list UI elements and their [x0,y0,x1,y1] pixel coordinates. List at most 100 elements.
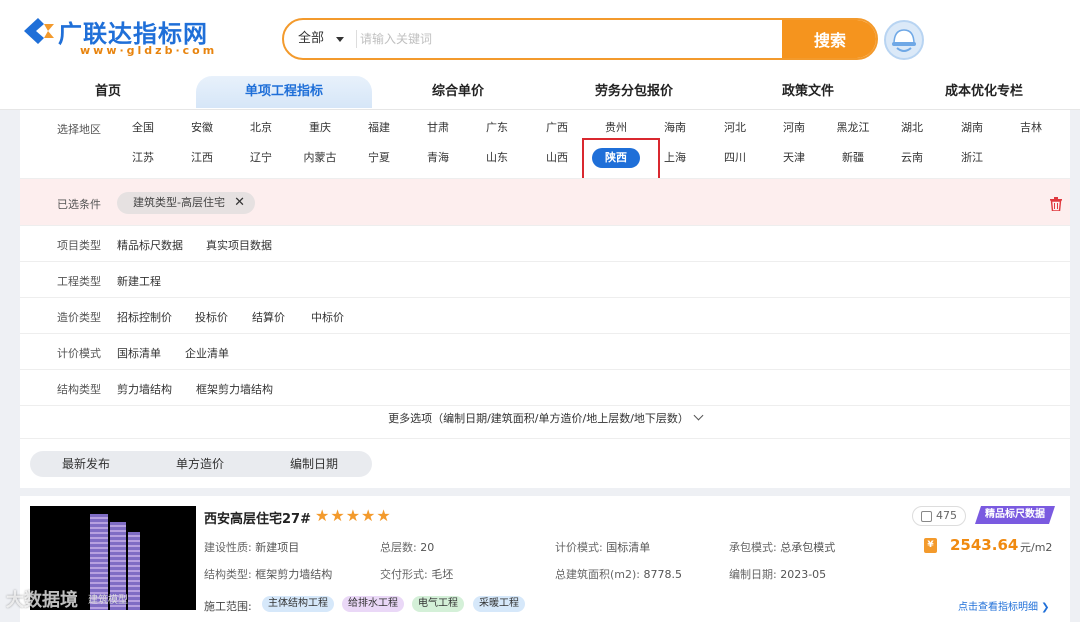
close-icon[interactable]: ✕ [234,192,245,214]
filter-option[interactable]: 剪力墙结构 [117,381,172,397]
scope-tag: 采暖工程 [473,596,525,612]
chevron-down-icon [693,410,704,421]
nav-item-home[interactable]: 首页 [60,76,156,108]
nav-item-single-project[interactable]: 单项工程指标 [196,76,372,108]
selected-conditions-label: 已选条件 [57,198,101,211]
selected-chip[interactable]: 建筑类型-高层住宅 ✕ [117,192,255,214]
region-option[interactable]: 福建 [349,118,409,138]
logo-subtext: www·gldzb·com [80,44,218,57]
scope-tag: 给排水工程 [342,596,404,612]
search-scope-dropdown[interactable]: 全部 [298,20,345,58]
filter-option[interactable]: 精品标尺数据 [117,237,183,253]
search-input[interactable] [360,24,780,54]
building-shape [128,532,140,610]
region-option[interactable]: 江西 [172,148,232,168]
region-option[interactable]: 吉林 [1001,118,1061,138]
region-option[interactable]: 河南 [764,118,824,138]
thumbs-up-icon [921,510,932,522]
sort-tabs: 最新发布 单方造价 编制日期 [30,451,372,477]
filter-option[interactable]: 投标价 [195,309,228,325]
region-option[interactable]: 山西 [527,148,587,168]
region-option[interactable]: 宁夏 [349,148,409,168]
premium-data-tag: 精品标尺数据 [975,506,1055,524]
filter-option[interactable]: 真实项目数据 [206,237,272,253]
filter-label: 计价模式 [57,347,101,360]
search-button[interactable]: 搜索 [782,20,876,58]
filter-panel: 选择地区 全国 安徽 北京 重庆 福建 甘肃 广东 广西 贵州 海南 河北 河南 黑龙江 湖北 湖南 吉林 江… [20,110,1070,438]
selected-conditions-row: 已选条件 建筑类型-高层住宅 ✕ [20,178,1070,226]
thumbnail-caption: 建筑模型 [88,595,128,606]
region-option[interactable]: 黑龙江 [823,118,883,138]
site-header: 广联达指标网 www·gldzb·com 全部 搜索 [0,0,1080,76]
trash-icon[interactable] [1050,197,1062,211]
scope-tag: 主体结构工程 [262,596,334,612]
scope-tag: 电气工程 [412,596,464,612]
nav-item-unit-price[interactable]: 综合单价 [410,76,506,108]
region-option[interactable]: 全国 [113,118,173,138]
more-options-toggle[interactable]: 更多选项（编制日期/建筑面积/单方造价/地上层数/地下层数） [20,410,1070,426]
region-option[interactable]: 四川 [705,148,765,168]
search-scope-value: 全部 [298,31,325,46]
region-option[interactable]: 青海 [408,148,468,168]
user-avatar-icon[interactable] [884,20,924,60]
active-region-highlight [582,138,660,181]
region-option[interactable]: 河北 [705,118,765,138]
sort-date[interactable]: 编制日期 [290,451,338,477]
filter-row-structure-type: 结构类型 剪力墙结构 框架剪力墙结构 [20,370,1070,406]
main-nav: 首页 单项工程指标 综合单价 劳务分包报价 政策文件 成本优化专栏 [0,76,1080,110]
result-card[interactable]: 建筑模型 西安高层住宅27# ★★★★★ 475 精品标尺数据 建设性质: 新建… [20,496,1070,622]
region-option[interactable]: 广西 [527,118,587,138]
region-option[interactable]: 湖南 [942,118,1002,138]
filter-label: 造价类型 [57,311,101,324]
region-option[interactable]: 浙江 [942,148,1002,168]
view-details-link[interactable]: 点击查看指标明细 ❯ [958,598,1050,613]
region-option[interactable]: 湖北 [882,118,942,138]
search-divider [356,30,357,48]
region-option[interactable]: 广东 [467,118,527,138]
region-option[interactable]: 江苏 [113,148,173,168]
filter-option[interactable]: 新建工程 [117,273,161,289]
filter-option[interactable]: 企业清单 [185,345,229,361]
region-option[interactable]: 天津 [764,148,824,168]
region-option[interactable]: 安徽 [172,118,232,138]
region-option[interactable]: 内蒙古 [290,148,350,168]
filter-option[interactable]: 框架剪力墙结构 [196,381,273,397]
region-option[interactable]: 山东 [467,148,527,168]
region-option[interactable]: 新疆 [823,148,883,168]
unit-price: 2543.64 [950,536,1019,554]
filter-label: 工程类型 [57,275,101,288]
region-label: 选择地区 [57,123,101,136]
region-option[interactable]: 重庆 [290,118,350,138]
filter-row-project-type: 项目类型 精品标尺数据 真实项目数据 [20,226,1070,262]
region-option[interactable]: 甘肃 [408,118,468,138]
filter-option[interactable]: 结算价 [252,309,285,325]
region-option[interactable]: 海南 [645,118,705,138]
sort-unit-price[interactable]: 单方造价 [176,451,224,477]
filter-option[interactable]: 招标控制价 [117,309,172,325]
filter-label: 结构类型 [57,383,101,396]
field-nature: 建设性质: 新建项目 [204,541,300,554]
price-icon: ¥ [924,538,937,553]
like-count: 475 [936,509,957,522]
sort-latest[interactable]: 最新发布 [62,451,110,477]
filter-row-pricing-mode: 计价模式 国标清单 企业清单 [20,334,1070,370]
watermark: 大数据境 [6,590,78,611]
filter-option[interactable]: 国标清单 [117,345,161,361]
site-logo[interactable]: 广联达指标网 www·gldzb·com [20,14,240,62]
caret-down-icon [336,36,345,42]
unit-price-unit: 元/m2 [1020,541,1053,554]
region-option[interactable]: 辽宁 [231,148,291,168]
field-pricing-mode: 计价模式: 国标清单 [555,541,651,554]
more-options-text: 更多选项（编制日期/建筑面积/单方造价/地上层数/地下层数） [388,412,689,425]
search-box: 全部 搜索 [282,18,878,60]
nav-item-labor-quote[interactable]: 劳务分包报价 [582,76,686,108]
region-option[interactable]: 云南 [882,148,942,168]
nav-item-policy[interactable]: 政策文件 [760,76,856,108]
filter-option[interactable]: 中标价 [311,309,344,325]
like-button[interactable]: 475 [912,506,966,526]
nav-item-cost-optimization[interactable]: 成本优化专栏 [932,76,1036,108]
project-title[interactable]: 西安高层住宅27# [204,508,311,527]
region-option[interactable]: 北京 [231,118,291,138]
region-option[interactable]: 贵州 [586,118,646,138]
filter-label: 项目类型 [57,239,101,252]
